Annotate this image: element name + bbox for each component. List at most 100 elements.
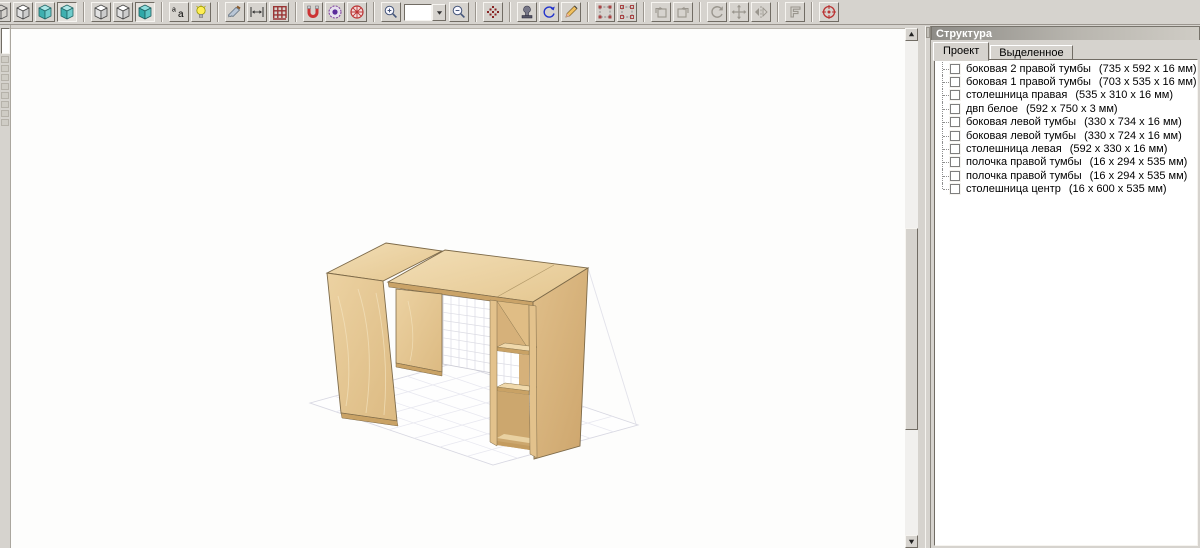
tree-connector <box>935 116 950 129</box>
part-label: двп белое <box>966 103 1018 115</box>
orbit-view-button[interactable] <box>325 2 345 22</box>
rotate-right-90-button[interactable] <box>673 2 693 22</box>
tree-connector <box>935 142 950 155</box>
zoom-out-button[interactable] <box>449 2 469 22</box>
scroll-up-button[interactable] <box>905 28 918 41</box>
edit-pencil-button[interactable] <box>561 2 581 22</box>
tree-item[interactable]: столешница правая(535 x 310 x 16 мм) <box>935 89 1197 102</box>
left-dock-mini-button[interactable] <box>1 110 9 117</box>
part-checkbox[interactable] <box>950 144 960 154</box>
tab-project[interactable]: Проект <box>933 42 989 61</box>
part-checkbox[interactable] <box>950 157 960 167</box>
rotate-object-button[interactable] <box>539 2 559 22</box>
dimensions-button[interactable] <box>247 2 267 22</box>
tree-item[interactable]: боковая левой тумбы(330 x 724 x 16 мм) <box>935 129 1197 142</box>
select-frame-add-button[interactable] <box>617 2 637 22</box>
magnet-snap-icon <box>305 4 321 20</box>
pattern-fill-button[interactable] <box>483 2 503 22</box>
tree-item[interactable]: полочка правой тумбы(16 x 294 x 535 мм) <box>935 156 1197 169</box>
left-dock-slot[interactable] <box>1 28 10 54</box>
magnet-snap-button[interactable] <box>303 2 323 22</box>
part-checkbox[interactable] <box>950 77 960 87</box>
left-dock-mini-button[interactable] <box>1 101 9 108</box>
panel-title: Структура <box>931 26 1200 40</box>
furniture-3d-model <box>11 29 905 548</box>
zoom-level-combo[interactable] <box>404 4 446 21</box>
tree-item[interactable]: полочка правой тумбы(16 x 294 x 535 мм) <box>935 169 1197 182</box>
view-textured-icon <box>59 4 75 20</box>
wheel-view-button[interactable] <box>347 2 367 22</box>
scroll-thumb[interactable] <box>905 228 918 430</box>
show-box-wire-button[interactable] <box>91 2 111 22</box>
show-box-wire-icon <box>93 4 109 20</box>
left-dock-mini-button[interactable] <box>1 74 9 81</box>
tree-item[interactable]: столешница левая(592 x 330 x 16 мм) <box>935 142 1197 155</box>
part-dims: (330 x 734 x 16 мм) <box>1084 116 1182 128</box>
toolbar-separator <box>295 2 297 22</box>
part-label: боковая 2 правой тумбы <box>966 63 1091 75</box>
view-wireframe-button[interactable] <box>0 2 11 22</box>
part-dims: (592 x 750 x 3 мм) <box>1026 103 1118 115</box>
part-dims: (16 x 294 x 535 мм) <box>1090 170 1188 182</box>
mirror-tool-button[interactable] <box>751 2 771 22</box>
edit-pencil-icon <box>563 4 579 20</box>
rotate-left-90-button[interactable] <box>651 2 671 22</box>
rotate-free-button[interactable] <box>707 2 727 22</box>
left-dock-mini-button[interactable] <box>1 119 9 126</box>
part-checkbox[interactable] <box>950 117 960 127</box>
select-frame-button[interactable] <box>595 2 615 22</box>
part-dims: (592 x 330 x 16 мм) <box>1070 143 1168 155</box>
show-box-edges-icon <box>115 4 131 20</box>
svg-text:a: a <box>178 9 184 20</box>
stamp-tool-button[interactable] <box>517 2 537 22</box>
view-color-button[interactable] <box>35 2 55 22</box>
tree-item[interactable]: боковая 2 правой тумбы(735 x 592 x 16 мм… <box>935 62 1197 75</box>
zoom-in-button[interactable] <box>381 2 401 22</box>
saw-cut-button[interactable] <box>225 2 245 22</box>
lighting-button[interactable] <box>191 2 211 22</box>
measure-ruler-icon <box>787 4 803 20</box>
show-box-edges-button[interactable] <box>113 2 133 22</box>
tree-item[interactable]: боковая 1 правой тумбы(703 x 535 x 16 мм… <box>935 75 1197 88</box>
part-label: боковая 1 правой тумбы <box>966 76 1091 88</box>
toolbar-separator <box>643 2 645 22</box>
splitter-grip[interactable] <box>926 27 930 38</box>
vertical-scrollbar[interactable] <box>905 28 918 548</box>
part-dims: (16 x 600 x 535 мм) <box>1069 183 1167 195</box>
show-solid-button[interactable] <box>135 2 155 22</box>
part-checkbox[interactable] <box>950 104 960 114</box>
part-checkbox[interactable] <box>950 64 960 74</box>
scroll-down-button[interactable] <box>905 535 918 548</box>
viewport-3d[interactable] <box>11 28 905 548</box>
toolbar-separator <box>83 2 85 22</box>
center-target-button[interactable] <box>819 2 839 22</box>
view-hidden-line-button[interactable] <box>13 2 33 22</box>
show-solid-icon <box>137 4 153 20</box>
tree-item[interactable]: столешница центр(16 x 600 x 535 мм) <box>935 183 1197 196</box>
measure-ruler-button[interactable] <box>785 2 805 22</box>
tree-connector <box>935 169 950 182</box>
toolbar-separator <box>161 2 163 22</box>
part-checkbox[interactable] <box>950 131 960 141</box>
rotate-object-icon <box>541 4 557 20</box>
rotate-right-90-icon <box>675 4 691 20</box>
zoom-value-input[interactable] <box>404 4 432 21</box>
tree-item[interactable]: двп белое (592 x 750 x 3 мм) <box>935 102 1197 115</box>
left-dock-mini-button[interactable] <box>1 65 9 72</box>
part-checkbox[interactable] <box>950 90 960 100</box>
tree-connector <box>935 156 950 169</box>
view-textured-button[interactable] <box>57 2 77 22</box>
left-dock-mini-button[interactable] <box>1 92 9 99</box>
part-checkbox[interactable] <box>950 171 960 181</box>
panel-tabs: ПроектВыделенное <box>931 40 1200 58</box>
parts-tree[interactable]: боковая 2 правой тумбы(735 x 592 x 16 мм… <box>934 59 1198 546</box>
grid-snap-button[interactable] <box>269 2 289 22</box>
move-tool-button[interactable] <box>729 2 749 22</box>
text-labels-button[interactable]: aa <box>169 2 189 22</box>
tree-item[interactable]: боковая левой тумбы(330 x 734 x 16 мм) <box>935 116 1197 129</box>
zoom-dropdown-button[interactable] <box>432 4 446 21</box>
left-dock-mini-button[interactable] <box>1 83 9 90</box>
left-dock-mini-button[interactable] <box>1 56 9 63</box>
part-checkbox[interactable] <box>950 184 960 194</box>
zoom-in-icon <box>383 4 399 20</box>
